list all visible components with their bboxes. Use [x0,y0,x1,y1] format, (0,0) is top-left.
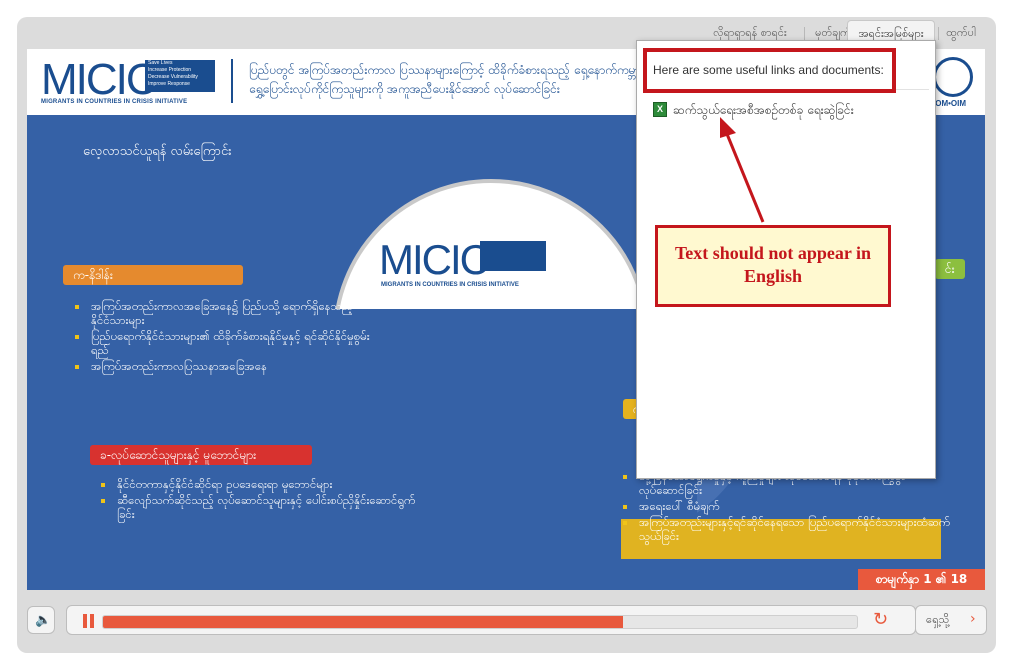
section-a-list: အကြပ်အတည်းကာလအခြေအနေ၌ ပြည်ပသို့ ရောက်ရှိ… [75,299,375,375]
excel-icon: X [653,102,667,117]
header-divider [231,59,233,103]
tab-divider [938,27,939,40]
iom-label: IOM•OIM [933,99,967,108]
section-b-label[interactable]: ခ-လုပ်ဆောင်သူများနှင့် မူဘောင်များ [90,445,312,465]
speaker-icon: 🔈 [35,613,52,628]
progress-track[interactable] [102,615,858,629]
annotation-note: Text should not appear in English [655,225,891,307]
replay-icon[interactable]: ↻ [873,609,888,630]
list-item: အကြပ်အတည်းများနှင့်ရင်ဆိုင်နေရသော ပြည်ပရ… [623,515,953,543]
list-item: နိုင်ငံတကာနှင့်နိုင်ငံဆိုင်ရာ ဥပဒေရေးရာ … [101,477,431,491]
tab-exit[interactable]: ထွက်ပါ [941,20,981,46]
tagline-line: Save Lives [148,60,173,66]
section-d-label[interactable]: င်း [935,259,965,279]
list-item: အကြပ်အတည်းကာလအခြေအနေ၌ ပြည်ပသို့ ရောက်ရှိ… [75,299,375,327]
volume-button[interactable]: 🔈 [27,606,55,634]
section-b-list: နိုင်ငံတကာနှင့်နိုင်ငံဆိုင်ရာ ဥပဒေရေးရာ … [101,477,431,523]
playback-bar: ↻ [66,605,916,635]
next-label: ရှေ့သို့ [926,613,950,626]
tab-divider [804,27,805,40]
course-title: ပြည်ပတွင် အကြပ်အတည်းကာလ ပြဿနာများကြောင့်… [249,63,641,96]
section-a-label[interactable]: က-နိဒါန်း [63,265,243,285]
iom-logo-icon [933,57,973,97]
micic-logo: MICIC [41,55,158,104]
page-counter: စာမျက်နှာ 1 ၏ 18 [858,569,985,590]
chevron-right-icon: › [970,611,976,627]
player-controls: 🔈 ↻ ရှေ့သို့ › [17,598,996,645]
center-logo-tagline [480,241,546,271]
micic-logo-tagline: Save Lives Increase Protection Decrease … [145,60,215,92]
progress-fill [103,616,624,628]
section-c-list: တုံ့ပြန်ဆောင်ရွက်မှုနှင့် ကူညီမှုများ လု… [623,469,953,545]
annotation-highlight-box [643,48,896,93]
next-button[interactable]: ရှေ့သို့ › [915,605,987,635]
center-micic-logo: MICIC [379,236,490,283]
tagline-line: Improve Response [148,81,190,87]
list-item: အကြပ်အတည်းကာလပြဿနာအခြေအနေ [75,359,375,373]
pause-icon[interactable] [83,614,95,628]
list-item: ဆီလျော်သက်ဆိုင်သည့် လုပ်ဆောင်သူများနှင့်… [101,493,431,521]
tagline-line: Increase Protection [148,67,192,73]
list-item: ပြည်ပရောက်နိုင်ငံသားများ၏ ထိခိုက်ခံစားရန… [75,329,375,357]
micic-logo-subtitle: MIGRANTS IN COUNTRIES IN CRISIS INITIATI… [41,99,188,105]
tagline-line: Decrease Vulnerability [148,74,198,80]
intro-heading: လေ့လာသင်ယူရန် လမ်းကြောင်း [83,144,232,159]
list-item: အရေးပေါ် စီမံချက် [623,499,953,513]
resource-link-label: ဆက်သွယ်ရေးအစီအစဥ်တစ်ခု ရေးဆွဲခြင်း [673,103,854,117]
center-logo-subtitle: MIGRANTS IN COUNTRIES IN CRISIS INITIATI… [381,282,519,288]
